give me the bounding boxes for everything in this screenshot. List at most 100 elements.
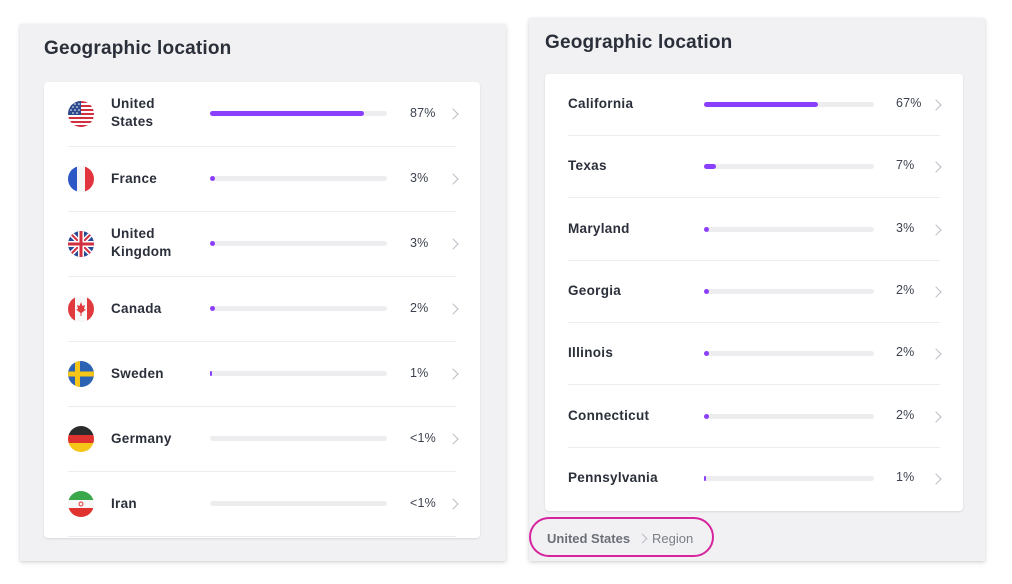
- country-name: France: [111, 170, 157, 188]
- share-bar-fill: [210, 371, 212, 376]
- us-flag-icon: [68, 101, 94, 127]
- share-bar-fill: [210, 306, 215, 311]
- region-name: California: [568, 96, 634, 111]
- share-percent: 2%: [896, 282, 915, 297]
- chevron-right-icon: [447, 108, 459, 120]
- share-bar: [704, 288, 874, 294]
- share-percent: 3%: [896, 220, 915, 235]
- share-bar-fill: [704, 475, 706, 481]
- chevron-right-icon: [930, 410, 942, 423]
- share-bar-fill: [704, 288, 709, 294]
- country-name-line: France: [111, 171, 158, 186]
- panel-title: Geographic location: [44, 38, 232, 59]
- france-flag-icon: [68, 166, 94, 192]
- chevron-right-icon: [930, 286, 942, 298]
- share-percent: 2%: [896, 407, 915, 422]
- chevron-right-icon: [930, 223, 942, 236]
- country-name: United Kingdom: [111, 225, 172, 261]
- country-name: Canada: [111, 300, 162, 318]
- region-panel: Geographic location California 67% Texas 7%…: [529, 18, 985, 561]
- share-bar-fill: [704, 164, 716, 170]
- region-list-card: California 67% Texas 7% Maryland 3% Georgia 2% I…: [545, 74, 963, 511]
- uk-flag-icon: [68, 231, 94, 257]
- share-percent: 2%: [896, 345, 915, 360]
- country-row[interactable]: Canada 2%: [44, 277, 480, 342]
- region-name: Georgia: [568, 282, 622, 298]
- share-bar: [704, 164, 874, 170]
- country-name-line: Kingdom: [111, 244, 172, 259]
- share-bar-fill: [704, 226, 710, 232]
- chevron-right-icon: [930, 473, 942, 485]
- country-row[interactable]: Sweden 1%: [44, 342, 480, 407]
- share-bar-fill: [704, 351, 709, 357]
- canada-flag-icon: [68, 296, 94, 322]
- share-percent: <1%: [410, 496, 436, 510]
- chevron-right-icon: [447, 498, 459, 510]
- share-bar-fill: [704, 413, 709, 419]
- chevron-right-icon: [447, 303, 459, 315]
- share-bar: [704, 413, 874, 419]
- chevron-right-icon: [447, 238, 459, 250]
- chevron-right-icon: [637, 533, 648, 544]
- share-percent: 87%: [410, 106, 436, 120]
- country-row[interactable]: United States 87%: [44, 82, 480, 147]
- region-row[interactable]: Illinois 2%: [545, 323, 963, 385]
- share-bar: [210, 371, 387, 376]
- breadcrumb-region: Region: [652, 531, 694, 546]
- country-name-line: Sweden: [111, 366, 164, 381]
- region-row[interactable]: Georgia 2%: [545, 261, 963, 323]
- germany-flag-icon: [68, 426, 94, 452]
- share-bar: [210, 241, 387, 246]
- country-name-line: United: [111, 226, 155, 241]
- share-bar-fill: [210, 111, 364, 116]
- country-name: Germany: [111, 430, 172, 448]
- chevron-right-icon: [930, 161, 942, 173]
- share-bar: [704, 475, 874, 481]
- share-bar-fill: [210, 176, 215, 181]
- country-name: Iran: [111, 495, 137, 513]
- country-row[interactable]: United Kingdom 3%: [44, 212, 480, 277]
- region-name: Texas: [568, 158, 607, 174]
- share-percent: 2%: [410, 301, 429, 315]
- country-row[interactable]: France 3%: [44, 147, 480, 212]
- country-row[interactable]: Germany <1%: [44, 407, 480, 472]
- country-name: United States: [111, 95, 155, 131]
- region-row[interactable]: Connecticut 2%: [545, 386, 963, 448]
- breadcrumb-united-states[interactable]: United States: [547, 531, 630, 546]
- panel-title: Geographic location: [545, 32, 733, 53]
- region-name: Connecticut: [568, 407, 650, 423]
- share-bar-fill: [704, 102, 818, 107]
- share-percent: 3%: [410, 171, 429, 185]
- share-percent: 1%: [410, 366, 429, 380]
- share-percent: 1%: [896, 469, 915, 484]
- share-bar: [704, 351, 874, 357]
- sweden-flag-icon: [68, 361, 94, 387]
- share-percent: 7%: [896, 158, 915, 173]
- region-name: Maryland: [568, 220, 630, 236]
- country-name-line: States: [111, 114, 154, 129]
- region-name: Pennsylvania: [568, 469, 658, 485]
- chevron-right-icon: [930, 348, 942, 360]
- chevron-right-icon: [447, 368, 459, 380]
- share-bar: [210, 501, 387, 506]
- share-bar: [210, 176, 387, 181]
- region-row[interactable]: California 67%: [545, 74, 963, 136]
- country-name-line: Iran: [111, 496, 137, 511]
- region-row[interactable]: Texas 7%: [545, 136, 963, 198]
- row-divider: [68, 536, 456, 537]
- chevron-right-icon: [447, 173, 459, 185]
- country-name-line: Germany: [111, 431, 172, 446]
- share-bar-fill: [210, 241, 215, 246]
- chevron-right-icon: [930, 99, 942, 111]
- iran-flag-icon: [68, 491, 94, 517]
- share-bar: [210, 111, 387, 116]
- share-bar: [704, 226, 874, 232]
- region-row[interactable]: Pennsylvania 1%: [545, 448, 963, 510]
- country-panel: Geographic location United States 87% Franc…: [20, 24, 506, 561]
- share-percent: 67%: [896, 96, 922, 110]
- region-row[interactable]: Maryland 3%: [545, 199, 963, 261]
- share-bar: [210, 306, 387, 311]
- country-row[interactable]: Iran <1%: [44, 472, 480, 537]
- country-name-line: Canada: [111, 301, 162, 316]
- share-percent: 3%: [410, 236, 429, 250]
